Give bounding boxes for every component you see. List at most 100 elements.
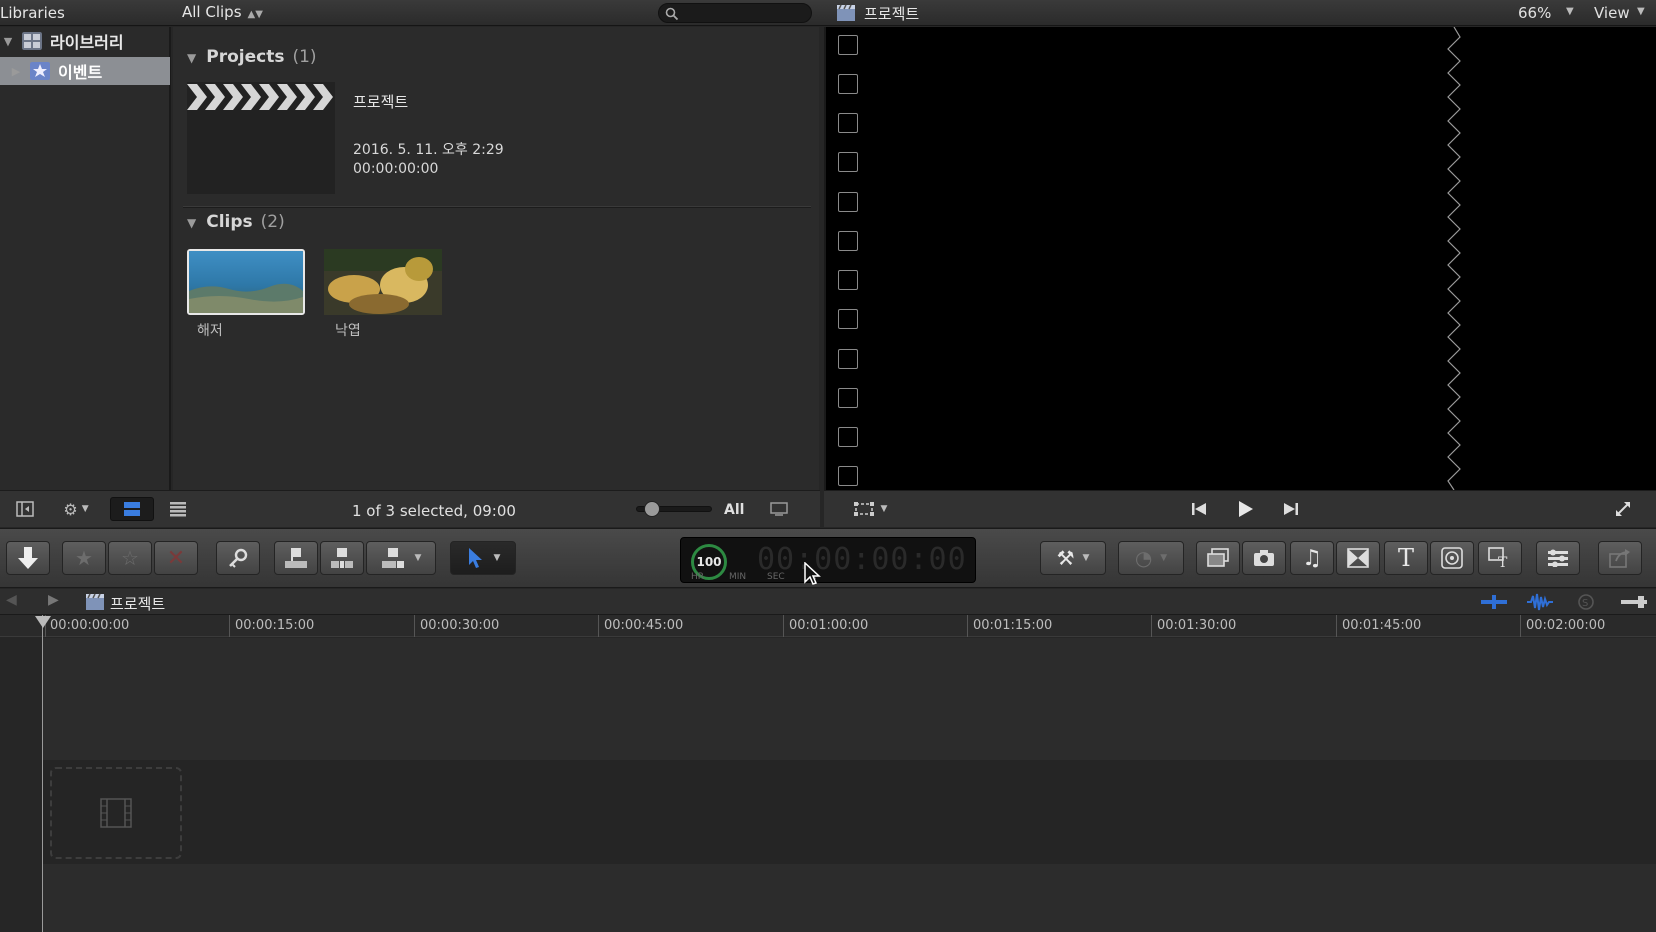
ruler-tick (967, 615, 968, 637)
disclosure-open-icon[interactable]: ▼ (187, 51, 196, 65)
list-view-icon (170, 502, 186, 517)
transform-crop-icon (853, 502, 874, 516)
select-tool-button[interactable]: ▼ (450, 541, 516, 575)
clips-section-header[interactable]: ▼ Clips (2) (187, 212, 285, 232)
ruler-label: 00:01:15:00 (973, 618, 1053, 633)
themes-icon: T (1488, 547, 1508, 569)
music-note-icon: ♫ (1302, 545, 1322, 571)
keyword-editor-button[interactable] (216, 541, 260, 575)
inspector-button[interactable] (1536, 541, 1580, 575)
import-button[interactable] (6, 541, 50, 575)
timeline-ruler[interactable]: 00:00:00:00 00:00:15:00 00:00:30:00 00:0… (0, 615, 1656, 637)
filmstrip-frame (838, 113, 858, 133)
filmstrip-frame (838, 152, 858, 172)
projects-section-header[interactable]: ▼ Projects (1) (187, 47, 317, 67)
updown-arrows-icon: ▲▼ (247, 9, 263, 20)
snapping-icon[interactable] (1620, 595, 1648, 609)
music-browser-button[interactable]: ♫ (1290, 541, 1334, 575)
filmstrip-view-icon (124, 502, 140, 516)
dashboard-timecode[interactable]: 100 00:00:00:00 HR MIN SEC FR (680, 537, 976, 585)
go-to-end-button[interactable] (1274, 497, 1308, 521)
retime-button[interactable]: ◔ ▼ (1118, 541, 1184, 575)
chevron-down-icon: ▼ (414, 553, 422, 563)
audio-skimming-icon[interactable] (1526, 593, 1554, 611)
list-view-button[interactable] (158, 497, 198, 521)
unrate-button[interactable]: ☆ (108, 541, 152, 575)
share-button[interactable] (1598, 541, 1642, 575)
disclosure-open-icon[interactable]: ▼ (0, 35, 16, 48)
media-browser-button[interactable] (1196, 541, 1240, 575)
browser-filter-menu[interactable]: All Clips ▲▼ (182, 3, 263, 21)
camera-icon (1254, 550, 1274, 566)
viewer-zoom-menu[interactable]: 66% (1518, 4, 1551, 22)
transform-menu-button[interactable]: ▼ (842, 497, 898, 521)
fullscreen-icon (1616, 502, 1630, 516)
fullscreen-button[interactable] (1606, 497, 1640, 521)
clip-appearance-button[interactable] (762, 497, 796, 521)
project-thumbnail[interactable] (187, 82, 335, 194)
history-forward-icon[interactable]: ▶ (48, 592, 59, 608)
filmstrip-view-button[interactable] (110, 497, 154, 521)
play-button[interactable] (1228, 497, 1262, 521)
search-field[interactable] (658, 3, 812, 23)
disclosure-closed-icon[interactable]: ▶ (8, 65, 24, 78)
search-icon (665, 7, 679, 21)
ruler-tick (1520, 615, 1521, 637)
append-clip-button[interactable]: ▼ (366, 541, 436, 575)
photos-browser-button[interactable] (1242, 541, 1286, 575)
view-menu[interactable]: View (1594, 4, 1630, 22)
ruler-label: 00:02:00:00 (1526, 618, 1606, 633)
timeline-header: ◀ ▶ 프로젝트 S (0, 589, 1656, 615)
reject-button[interactable]: ✕ (154, 541, 198, 575)
clip-thumbnail-seabed[interactable] (187, 249, 305, 315)
insert-clip-button[interactable] (320, 541, 364, 575)
view-chevron-down-icon[interactable]: ▼ (1637, 6, 1645, 17)
play-icon (1239, 501, 1253, 517)
filmstrip-frame (838, 231, 858, 251)
generator-icon (1441, 547, 1463, 569)
ruler-tick (1151, 615, 1152, 637)
browser-footer: ⚙ ▼ 1 of 3 selected, 09:00 All (0, 490, 820, 527)
ruler-label: 00:00:00:00 (50, 618, 130, 633)
project-name[interactable]: 프로젝트 (353, 91, 408, 112)
titles-browser-button[interactable]: T (1384, 541, 1428, 575)
generators-browser-button[interactable] (1430, 541, 1474, 575)
key-icon (229, 548, 248, 568)
event-star-icon (30, 62, 50, 80)
photos-icon (1207, 548, 1229, 567)
section-title: Clips (206, 212, 253, 232)
section-divider (183, 206, 811, 208)
clip-zoom-slider-knob[interactable] (644, 501, 660, 517)
ruler-label: 00:00:30:00 (420, 618, 500, 633)
primary-storyline[interactable] (43, 760, 1656, 864)
disclosure-open-icon[interactable]: ▼ (187, 216, 196, 230)
connect-clip-button[interactable] (274, 541, 318, 575)
timecode-display: 00:00:00:00 (757, 542, 967, 577)
project-duration: 00:00:00:00 (353, 161, 439, 177)
history-back-icon[interactable]: ◀ (6, 592, 17, 608)
skimming-icon[interactable] (1480, 595, 1508, 609)
playhead-handle[interactable] (35, 616, 51, 628)
zoom-chevron-down-icon[interactable]: ▼ (1566, 6, 1574, 17)
import-arrow-icon (18, 547, 38, 569)
sidebar-item-library[interactable]: ▼ 라이브러리 (0, 27, 170, 55)
sidebar-item-event[interactable]: ▶ 이벤트 (0, 57, 170, 85)
action-menu-button[interactable]: ⚙ ▼ (54, 497, 98, 521)
skip-back-icon (1192, 503, 1206, 515)
retime-gauge-icon: ◔ (1134, 546, 1153, 570)
playhead-line[interactable] (42, 615, 43, 932)
library-sidebar: ▼ 라이브러리 ▶ 이벤트 (0, 27, 171, 490)
solo-icon[interactable]: S (1574, 593, 1598, 611)
go-to-start-button[interactable] (1182, 497, 1216, 521)
clip-label: 해저 (197, 323, 223, 339)
clip-thumbnail-leaves[interactable] (324, 249, 442, 315)
transitions-browser-button[interactable] (1336, 541, 1380, 575)
clip-appearance-icon (770, 502, 788, 516)
viewer-canvas[interactable] (824, 27, 1656, 490)
chevron-down-icon: ▼ (880, 504, 888, 514)
toggle-sidebar-button[interactable] (12, 497, 38, 521)
enhancements-button[interactable]: ⚒ ▼ (1040, 541, 1106, 575)
favorite-button[interactable]: ★ (62, 541, 106, 575)
themes-browser-button[interactable]: T (1478, 541, 1522, 575)
svg-text:T: T (1498, 555, 1508, 569)
